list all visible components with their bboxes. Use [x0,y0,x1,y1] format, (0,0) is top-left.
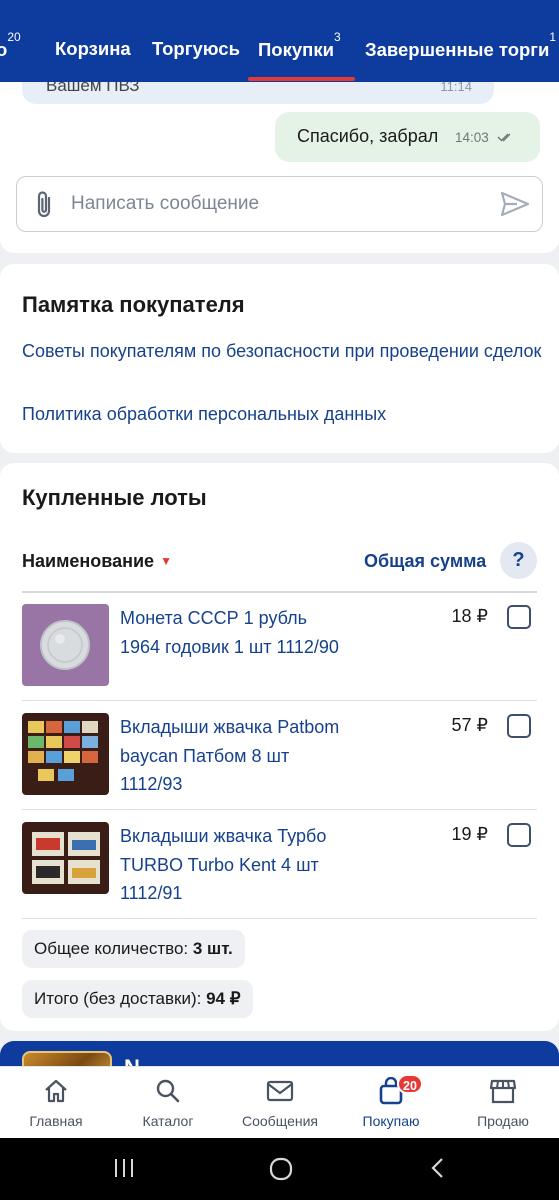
coin-thumbnail[interactable] [22,604,109,686]
nav-messages[interactable]: Сообщения [224,1067,336,1139]
bottom-navigation: Главная Каталог Сообщения 20 Покупаю Про… [0,1066,559,1138]
safety-tips-link[interactable]: Советы покупателям по безопасности при п… [22,337,542,365]
total-sum-value: 94 ₽ [206,989,241,1008]
search-icon [112,1077,224,1107]
system-navigation-bar [0,1138,559,1200]
nav-label: Главная [29,1113,83,1129]
recent-apps-icon[interactable] [112,1156,136,1185]
active-tab-indicator [248,77,355,81]
outgoing-message-text: Спасибо, забрал [297,126,439,146]
lot-checkbox[interactable] [507,605,531,629]
column-name-label: Наименование [22,551,155,571]
tab-purchases[interactable]: Покупки3 [258,30,341,61]
message-input[interactable] [71,190,471,218]
sort-by-sum-header[interactable]: Общая сумма [364,551,486,572]
tab-count: 1 [549,30,557,44]
home-button-icon[interactable] [268,1156,294,1187]
nav-label: Каталог [142,1113,194,1129]
gum-inserts-thumbnail[interactable] [22,713,109,795]
send-icon[interactable] [500,191,530,222]
tab-label: Корзина [55,38,131,59]
bag-icon [335,1077,447,1107]
turbo-inserts-thumbnail[interactable] [22,822,109,894]
incoming-message-time: 11:14 [440,82,472,94]
tab-count: 3 [333,30,341,44]
total-sum-label: Итого (без доставки): [34,989,202,1008]
nav-label: Сообщения [242,1113,318,1129]
tab-count: 20 [7,30,21,44]
row-divider [22,918,537,919]
lot-price: 18 ₽ [451,606,488,626]
nav-label: Продаю [477,1113,529,1129]
lot-title-link[interactable]: Монета СССР 1 рубль 1964 годовик 1 шт 11… [120,604,352,661]
lot-row[interactable]: Вкладыши жвачка Patbom baycan Патбом 8 ш… [0,701,559,810]
tab-bargaining[interactable]: Торгуюсь [152,38,240,60]
home-icon [0,1077,112,1107]
lot-row[interactable]: Монета СССР 1 рубль 1964 годовик 1 шт 11… [0,592,559,701]
back-icon[interactable] [426,1156,450,1185]
buyer-memo-card: Памятка покупателя Советы покупателям по… [0,264,559,453]
store-icon [447,1077,559,1107]
total-quantity-label: Общее количество: [34,939,189,958]
read-checkmarks-icon [497,130,515,148]
tab-label: Торгуюсь [152,38,240,59]
lots-title: Купленные лоты [22,485,207,510]
sort-arrow-icon: ▼ [160,554,172,568]
tab-label: Завершенные торги [365,39,550,61]
purchased-lots-card: Купленные лоты Наименование ▼ Общая сумма… [0,463,559,1031]
message-input-box [16,176,543,232]
outgoing-message: Спасибо, забрал 14:03 [275,112,540,162]
nav-buying[interactable]: 20 Покупаю [335,1067,447,1139]
total-quantity: Общее количество: 3 шт. [22,930,245,968]
lot-title-link[interactable]: Вкладыши жвачка Patbom baycan Патбом 8 ш… [120,713,352,799]
nav-label: Покупаю [362,1113,420,1129]
sort-by-name-header[interactable]: Наименование ▼ [22,551,172,572]
mail-icon [224,1077,336,1107]
nav-selling[interactable]: Продаю [447,1067,559,1139]
tab-label: Покупки [258,39,334,61]
attach-clip-icon[interactable] [33,190,57,225]
memo-title: Памятка покупателя [22,292,245,317]
total-sum: Итого (без доставки): 94 ₽ [22,980,253,1018]
total-quantity-value: 3 шт. [192,939,233,958]
outgoing-message-time: 14:03 [455,130,489,145]
tab-cart[interactable]: Корзина [55,38,131,60]
lot-checkbox[interactable] [507,714,531,738]
tab-partial-left[interactable]: о20 [0,30,21,61]
lot-title-link[interactable]: Вкладыши жвачка Турбо TURBO Turbo Kent 4… [120,822,352,908]
nav-catalog[interactable]: Каталог [112,1067,224,1139]
incoming-message: Вашем ПВЗ 11:14 [22,82,494,104]
tab-finished-auctions[interactable]: Завершенные торги1 [365,30,556,61]
chat-card: Вашем ПВЗ 11:14 Спасибо, забрал 14:03 [0,82,559,253]
incoming-message-text: Вашем ПВЗ [46,82,140,95]
lot-price: 57 ₽ [451,715,488,735]
help-button[interactable]: ? [500,542,537,579]
lot-row[interactable]: Вкладыши жвачка Турбо TURBO Turbo Kent 4… [0,810,559,919]
top-header: о20 Корзина Торгуюсь Покупки3 Завершенны… [0,0,559,82]
privacy-policy-link[interactable]: Политика обработки персональных данных [22,404,386,425]
lot-checkbox[interactable] [507,823,531,847]
nav-badge-count: 20 [397,1074,423,1094]
nav-home[interactable]: Главная [0,1067,112,1139]
lot-price: 19 ₽ [451,824,488,844]
